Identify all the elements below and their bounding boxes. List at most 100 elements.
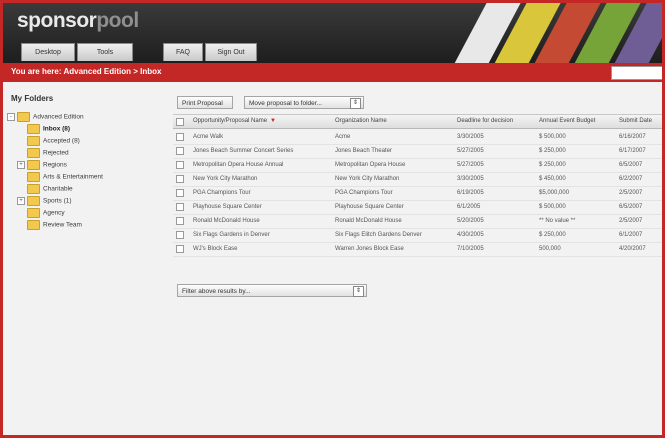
expand-icon[interactable]: + — [17, 197, 25, 205]
cell-organization: Six Flags Elitch Gardens Denver — [335, 232, 422, 238]
breadcrumb-bar: You are here: Advanced Edition > Inbox — [3, 63, 662, 82]
cell-organization: Metropolitan Opera House — [335, 162, 406, 168]
logo-sub: pool — [96, 9, 139, 32]
folder-advanced-edition[interactable]: - Advanced Edition — [7, 112, 84, 122]
table-row[interactable]: Ronald McDonald House Ronald McDonald Hou… — [173, 214, 662, 229]
folder-icon — [27, 160, 40, 170]
row-checkbox[interactable] — [176, 175, 184, 183]
row-checkbox[interactable] — [176, 161, 184, 169]
table-row[interactable]: WJ's Block Ease Warren Jones Block Ease 7/… — [173, 242, 662, 257]
cell-submit-date: 2/5/2007 — [619, 218, 643, 224]
cell-proposal-name[interactable]: Six Flags Gardens in Denver — [193, 232, 270, 238]
folder-review-team[interactable]: Review Team — [27, 220, 82, 230]
folder-label: Regions — [43, 161, 67, 169]
app-window: sponsorpool Desktop Tools FAQ Sign Out Y… — [0, 0, 665, 438]
folder-icon — [27, 124, 40, 134]
row-checkbox[interactable] — [176, 203, 184, 211]
cell-organization: Jones Beach Theater — [335, 148, 392, 154]
cell-submit-date: 6/2/2007 — [619, 176, 643, 182]
table-row[interactable]: New York City Marathon New York City Mara… — [173, 172, 662, 187]
table-row[interactable]: PGA Champions Tour PGA Champions Tour 6/19… — [173, 186, 662, 201]
row-checkbox[interactable] — [176, 147, 184, 155]
cell-submit-date: 6/1/2007 — [619, 232, 643, 238]
cell-budget: $ 450,000 — [539, 176, 566, 182]
expand-icon[interactable]: + — [17, 161, 25, 169]
folder-icon — [27, 136, 40, 146]
table-row[interactable]: Playhouse Square Center Playhouse Square … — [173, 200, 662, 215]
cell-budget: $ 250,000 — [539, 148, 566, 154]
folder-accepted[interactable]: Accepted (8) — [27, 136, 80, 146]
cell-deadline: 5/20/2005 — [457, 218, 484, 224]
row-checkbox[interactable] — [176, 217, 184, 225]
col-proposal-name[interactable]: Opportunity/Proposal Name ▼ — [193, 118, 276, 124]
folder-icon — [17, 112, 30, 122]
cell-proposal-name[interactable]: Ronald McDonald House — [193, 218, 260, 224]
cell-organization: Acme — [335, 134, 351, 140]
folder-label: Rejected — [43, 149, 69, 157]
breadcrumb: You are here: Advanced Edition > Inbox — [11, 67, 162, 76]
folder-sidebar: My Folders - Advanced Edition Inbox (8) A… — [3, 82, 163, 435]
folder-arts[interactable]: Arts & Entertainment — [27, 172, 103, 182]
cell-submit-date: 6/16/2007 — [619, 134, 646, 140]
cell-deadline: 7/10/2005 — [457, 246, 484, 252]
cell-organization: Ronald McDonald House — [335, 218, 402, 224]
row-checkbox[interactable] — [176, 189, 184, 197]
cell-deadline: 3/30/2005 — [457, 176, 484, 182]
search-input[interactable] — [611, 66, 662, 80]
folder-regions[interactable]: + Regions — [17, 160, 67, 170]
folder-label: Sports (1) — [43, 197, 72, 205]
row-checkbox[interactable] — [176, 133, 184, 141]
cell-deadline: 5/27/2005 — [457, 148, 484, 154]
logo-main: sponsor — [17, 9, 97, 32]
move-to-folder-select[interactable]: Move proposal to folder... ⇕ — [244, 96, 364, 109]
cell-proposal-name[interactable]: WJ's Block Ease — [193, 246, 238, 252]
col-organization[interactable]: Organization Name — [335, 118, 387, 124]
folder-rejected[interactable]: Rejected — [27, 148, 69, 158]
cell-budget: 500,000 — [539, 246, 561, 252]
collapse-icon[interactable]: - — [7, 113, 15, 121]
filter-select[interactable]: Filter above results by... ⇕ — [177, 284, 367, 297]
cell-proposal-name[interactable]: PGA Champions Tour — [193, 190, 251, 196]
folder-inbox[interactable]: Inbox (8) — [27, 124, 70, 134]
table-row[interactable]: Six Flags Gardens in Denver Six Flags Eli… — [173, 228, 662, 243]
row-checkbox[interactable] — [176, 245, 184, 253]
folder-agency[interactable]: Agency — [27, 208, 65, 218]
folder-sports[interactable]: + Sports (1) — [17, 196, 72, 206]
content-area: My Folders - Advanced Edition Inbox (8) A… — [3, 82, 662, 435]
folder-icon — [27, 184, 40, 194]
tab-faq[interactable]: FAQ — [163, 43, 203, 61]
cell-proposal-name[interactable]: Acme Walk — [193, 134, 223, 140]
chevron-down-icon: ⇕ — [350, 98, 361, 109]
row-checkbox[interactable] — [176, 231, 184, 239]
cell-budget: ** No value ** — [539, 218, 576, 224]
print-proposal-button[interactable]: Print Proposal — [177, 96, 233, 109]
cell-proposal-name[interactable]: New York City Marathon — [193, 176, 257, 182]
cell-proposal-name[interactable]: Jones Beach Summer Concert Series — [193, 148, 293, 154]
col-submit-date[interactable]: Submit Date — [619, 118, 652, 124]
app-header: sponsorpool Desktop Tools FAQ Sign Out — [3, 3, 662, 63]
sort-desc-icon: ▼ — [270, 118, 276, 124]
col-budget[interactable]: Annual Event Budget — [539, 118, 595, 124]
tab-desktop[interactable]: Desktop — [21, 43, 75, 61]
select-all-checkbox[interactable] — [176, 118, 184, 126]
folder-icon — [27, 196, 40, 206]
folder-label: Advanced Edition — [33, 113, 84, 121]
tab-tools[interactable]: Tools — [77, 43, 133, 61]
cell-submit-date: 2/5/2007 — [619, 190, 643, 196]
cell-proposal-name[interactable]: Metropolitan Opera House Annual — [193, 162, 283, 168]
inbox-panel: Print Proposal Move proposal to folder..… — [169, 82, 662, 435]
cell-budget: $ 250,000 — [539, 162, 566, 168]
col-deadline[interactable]: Deadline for decision — [457, 118, 513, 124]
cell-proposal-name[interactable]: Playhouse Square Center — [193, 204, 262, 210]
tab-sign-out[interactable]: Sign Out — [205, 43, 257, 61]
folder-charitable[interactable]: Charitable — [27, 184, 73, 194]
cell-deadline: 6/1/2005 — [457, 204, 481, 210]
folder-label: Accepted (8) — [43, 137, 80, 145]
folder-label: Charitable — [43, 185, 73, 193]
table-row[interactable]: Acme Walk Acme 3/30/2005 $ 500,000 6/16/2007 — [173, 130, 662, 145]
chevron-down-icon: ⇕ — [353, 286, 364, 297]
table-row[interactable]: Jones Beach Summer Concert Series Jones B… — [173, 144, 662, 159]
table-header: Opportunity/Proposal Name ▼ Organization … — [173, 114, 662, 129]
cell-submit-date: 6/5/2007 — [619, 204, 643, 210]
table-row[interactable]: Metropolitan Opera House Annual Metropoli… — [173, 158, 662, 173]
